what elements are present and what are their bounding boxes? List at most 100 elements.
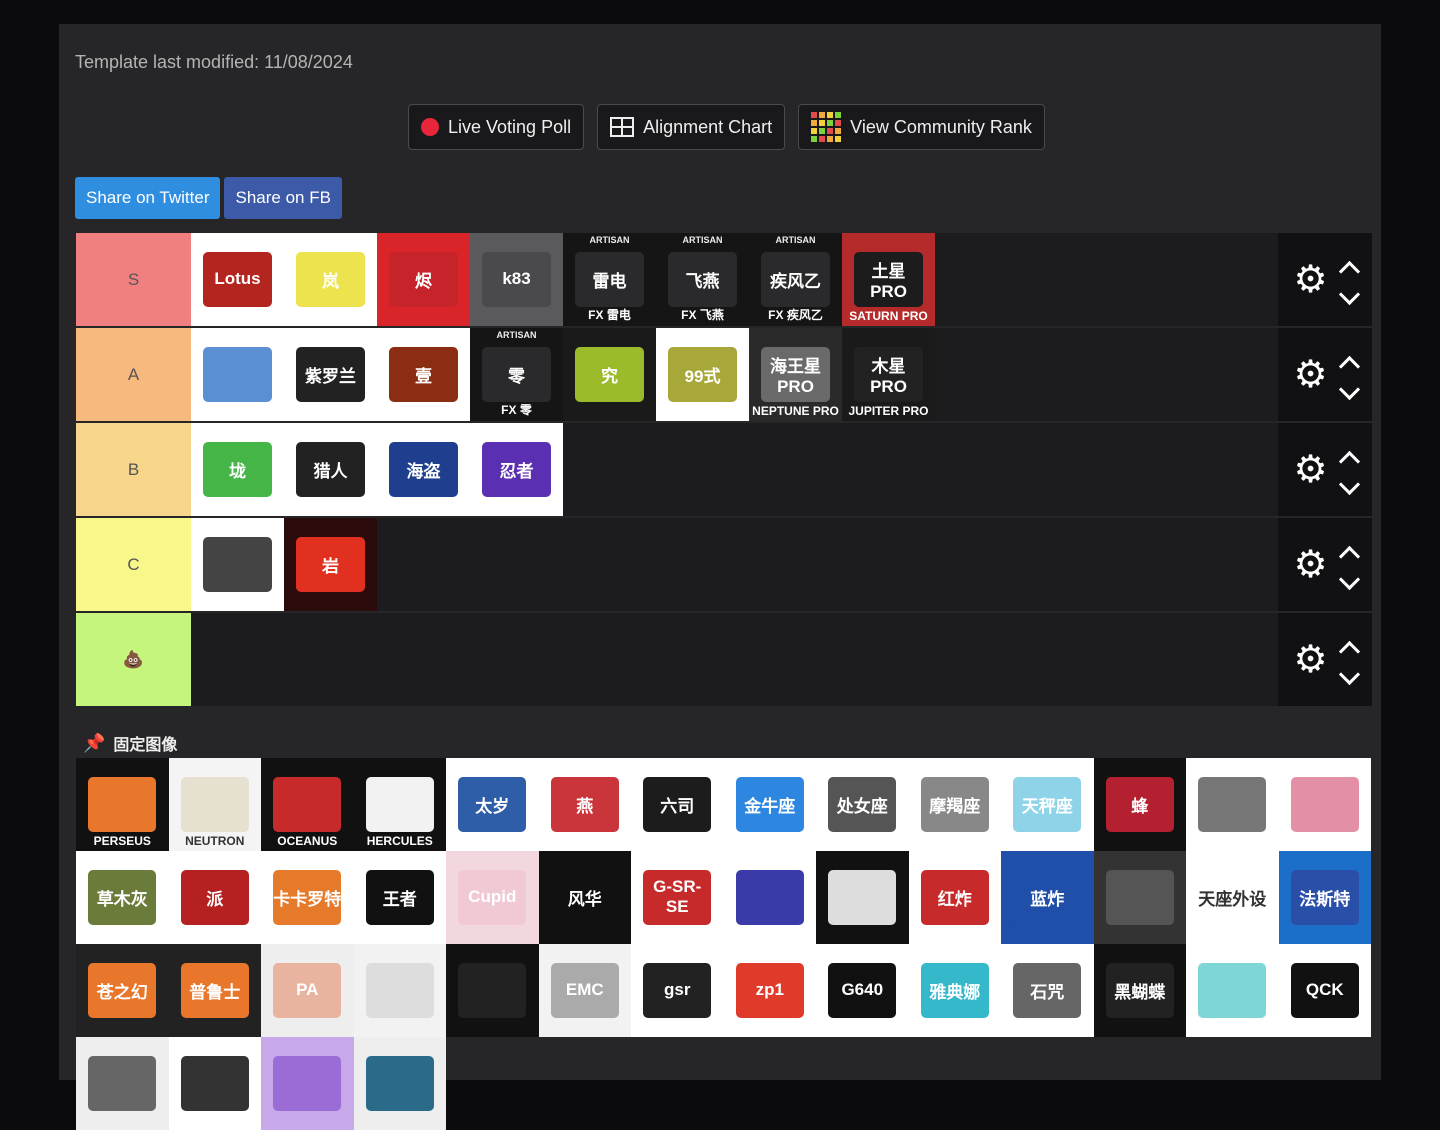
tier-label[interactable]: A — [76, 328, 191, 421]
pool-mousepad-image[interactable] — [168, 1037, 261, 1130]
pool-mousepad-image[interactable]: 普鲁士 — [168, 944, 261, 1037]
pool-mousepad-image[interactable] — [353, 1037, 446, 1130]
pool-mousepad-image[interactable]: PERSEUS — [76, 758, 169, 851]
pool-mousepad-image[interactable]: 天秤座 — [1001, 758, 1094, 851]
pool-mousepad-image[interactable] — [353, 944, 446, 1037]
pool-mousepad-image[interactable] — [816, 851, 909, 944]
share-facebook-button[interactable]: Share on FB — [224, 177, 342, 219]
tier-label[interactable]: S — [76, 233, 191, 326]
pool-mousepad-image[interactable] — [1278, 758, 1371, 851]
tier-items[interactable] — [191, 613, 1278, 706]
tier-mousepad-image[interactable]: 垅 — [191, 423, 284, 516]
pool-mousepad-image[interactable]: OCEANUS — [261, 758, 354, 851]
pool-mousepad-image[interactable] — [723, 851, 816, 944]
gear-icon[interactable]: ⚙ — [1293, 451, 1327, 489]
view-community-rank-button[interactable]: View Community Rank — [798, 104, 1045, 150]
pool-mousepad-image[interactable]: zp1 — [723, 944, 816, 1037]
tier-mousepad-image[interactable]: ARTISAN 零 FX 零 — [470, 328, 563, 421]
pool-mousepad-image[interactable]: 六司 — [631, 758, 724, 851]
pool-mousepad-image[interactable] — [1186, 944, 1279, 1037]
pool-mousepad-image[interactable]: 卡卡罗特 — [261, 851, 354, 944]
tier-mousepad-image[interactable]: 土星PRO SATURN PRO — [842, 233, 935, 326]
tier-mousepad-image[interactable]: ARTISAN 雷电 FX 雷电 — [563, 233, 656, 326]
tier-mousepad-image[interactable]: 烬 — [377, 233, 470, 326]
live-voting-poll-button[interactable]: Live Voting Poll — [408, 104, 585, 150]
pool-mousepad-image[interactable]: 红炸 — [908, 851, 1001, 944]
tier-mousepad-image[interactable]: 壹 — [377, 328, 470, 421]
tier-mousepad-image[interactable]: ARTISAN 疾风乙 FX 疾风乙 — [749, 233, 842, 326]
pool-mousepad-image[interactable] — [1186, 758, 1279, 851]
alignment-chart-button[interactable]: Alignment Chart — [597, 104, 786, 150]
pool-mousepad-image[interactable] — [76, 1037, 169, 1130]
chevron-up-icon[interactable] — [1338, 260, 1360, 282]
tier-label[interactable]: 💩 — [76, 613, 191, 706]
pool-mousepad-image[interactable] — [446, 944, 539, 1037]
pool-mousepad-image[interactable]: NEUTRON — [168, 758, 261, 851]
pool-mousepad-image[interactable]: 雅典娜 — [908, 944, 1001, 1037]
pool-mousepad-image[interactable]: 燕 — [538, 758, 631, 851]
pool-mousepad-image[interactable]: 苍之幻 — [76, 944, 169, 1037]
tier-mousepad-image[interactable]: 岩 — [284, 518, 377, 611]
chevron-up-icon[interactable] — [1338, 640, 1360, 662]
tier-items[interactable]: 垅猎人 海盗 忍者 — [191, 423, 1278, 516]
pool-mousepad-image[interactable] — [1093, 851, 1186, 944]
pool-mousepad-image[interactable]: PA — [261, 944, 354, 1037]
tier-mousepad-image[interactable]: ARTISAN 飞燕 FX 飞燕 — [656, 233, 749, 326]
chevron-up-icon[interactable] — [1338, 355, 1360, 377]
tier-mousepad-image[interactable]: 忍者 — [470, 423, 563, 516]
chevron-up-icon[interactable] — [1338, 450, 1360, 472]
chevron-down-icon[interactable] — [1338, 473, 1360, 495]
gear-icon[interactable]: ⚙ — [1293, 641, 1327, 679]
pool-mousepad-image[interactable]: 蓝炸 — [1001, 851, 1094, 944]
tier-mousepad-image[interactable]: 猎人 — [284, 423, 377, 516]
pool-mousepad-image[interactable]: 王者 — [353, 851, 446, 944]
tier-label[interactable]: B — [76, 423, 191, 516]
pool-mousepad-image[interactable]: G-SR-SE — [631, 851, 724, 944]
tier-mousepad-image[interactable]: 究 — [563, 328, 656, 421]
pool-mousepad-image[interactable]: 金牛座 — [723, 758, 816, 851]
pool-mousepad-image[interactable]: gsr — [631, 944, 724, 1037]
tier-mousepad-image[interactable]: 海盗 — [377, 423, 470, 516]
tier-mousepad-image[interactable]: 海王星PRO NEPTUNE PRO — [749, 328, 842, 421]
pool-mousepad-image[interactable]: 黑蝴蝶 — [1093, 944, 1186, 1037]
tier-mousepad-image[interactable]: k83 — [470, 233, 563, 326]
pool-mousepad-image[interactable]: EMC — [538, 944, 631, 1037]
pool-mousepad-image[interactable]: 石咒 — [1001, 944, 1094, 1037]
share-twitter-button[interactable]: Share on Twitter — [75, 177, 221, 219]
tier-items[interactable]: 紫罗兰壹 ARTISAN 零 FX 零究 99式 海王星PRO NEPTUNE PRO 木星P… — [191, 328, 1278, 421]
tier-mousepad-image[interactable]: 紫罗兰 — [284, 328, 377, 421]
pool-mousepad-image[interactable]: 摩羯座 — [908, 758, 1001, 851]
tier-mousepad-image[interactable]: 木星PRO JUPITER PRO — [842, 328, 935, 421]
pool-mousepad-image[interactable]: 风华 — [538, 851, 631, 944]
tier-label[interactable]: C — [76, 518, 191, 611]
chevron-down-icon[interactable] — [1338, 663, 1360, 685]
chevron-down-icon[interactable] — [1338, 568, 1360, 590]
pool-mousepad-image[interactable]: 处女座 — [816, 758, 909, 851]
tier-items[interactable]: 岩 — [191, 518, 1278, 611]
pool-mousepad-image[interactable]: HERCULES — [353, 758, 446, 851]
tier-mousepad-image[interactable]: Lotus — [191, 233, 284, 326]
pool-mousepad-image[interactable]: QCK — [1278, 944, 1371, 1037]
pool-mousepad-image[interactable]: 派 — [168, 851, 261, 944]
gear-icon[interactable]: ⚙ — [1293, 261, 1327, 299]
pool-mousepad-image[interactable]: Cupid — [446, 851, 539, 944]
product-name-label: FX 雷电 — [588, 308, 631, 322]
pool-mousepad-image[interactable]: G640 — [816, 944, 909, 1037]
tier-mousepad-image[interactable]: 99式 — [656, 328, 749, 421]
pool-mousepad-image[interactable]: 太岁 — [446, 758, 539, 851]
pool-mousepad-image[interactable]: 法斯特 — [1278, 851, 1371, 944]
chevron-up-icon[interactable] — [1338, 545, 1360, 567]
tier-items[interactable]: Lotus 岚烬 k83 ARTISAN 雷电 FX 雷电 ARTISAN 飞燕 FX 飞燕 AR… — [191, 233, 1278, 326]
pool-mousepad-image[interactable]: 蜂 — [1093, 758, 1186, 851]
mousepad-thumbnail: k83 — [482, 251, 551, 308]
gear-icon[interactable]: ⚙ — [1293, 356, 1327, 394]
pool-mousepad-image[interactable]: 天座外设 — [1186, 851, 1279, 944]
chevron-down-icon[interactable] — [1338, 283, 1360, 305]
tier-mousepad-image[interactable]: 岚 — [284, 233, 377, 326]
gear-icon[interactable]: ⚙ — [1293, 546, 1327, 584]
pool-mousepad-image[interactable] — [261, 1037, 354, 1130]
tier-mousepad-image[interactable] — [191, 328, 284, 421]
pool-mousepad-image[interactable]: 草木灰 — [76, 851, 169, 944]
tier-mousepad-image[interactable] — [191, 518, 284, 611]
chevron-down-icon[interactable] — [1338, 378, 1360, 400]
